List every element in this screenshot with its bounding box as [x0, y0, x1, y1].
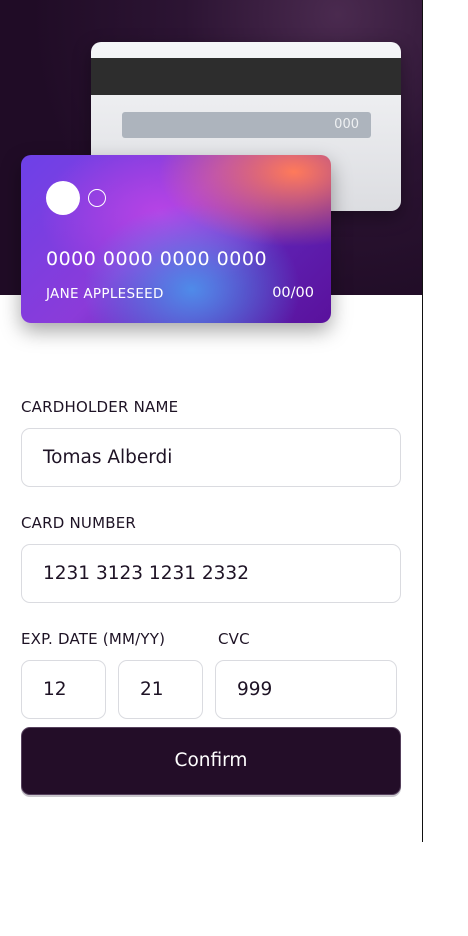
exp-year-input[interactable]: 21: [118, 660, 203, 719]
card-number-label: CARD NUMBER: [21, 514, 137, 532]
frame-divider: [422, 0, 423, 842]
cardholder-name-label: CARDHOLDER NAME: [21, 398, 179, 416]
magnetic-stripe: [91, 58, 401, 95]
card-front-preview: 0000 0000 0000 0000 JANE APPLESEED 00/00: [21, 155, 331, 323]
cardholder-name-input[interactable]: Tomas Alberdi: [21, 428, 401, 487]
card-front-number: 0000 0000 0000 0000: [46, 248, 268, 270]
cvc-input[interactable]: 999: [215, 660, 397, 719]
card-logo-circle-outline-icon: [88, 189, 106, 207]
card-front-expiry: 00/00: [272, 285, 314, 301]
exp-date-label: EXP. DATE (MM/YY): [21, 630, 166, 648]
card-front-holder: JANE APPLESEED: [46, 286, 164, 302]
cvc-label: CVC: [218, 630, 250, 648]
card-number-input[interactable]: 1231 3123 1231 2332: [21, 544, 401, 603]
exp-month-input[interactable]: 12: [21, 660, 106, 719]
card-logo-circle-filled-icon: [46, 181, 80, 215]
confirm-button[interactable]: Confirm: [21, 727, 401, 795]
card-back-cvc: 000: [122, 112, 371, 138]
